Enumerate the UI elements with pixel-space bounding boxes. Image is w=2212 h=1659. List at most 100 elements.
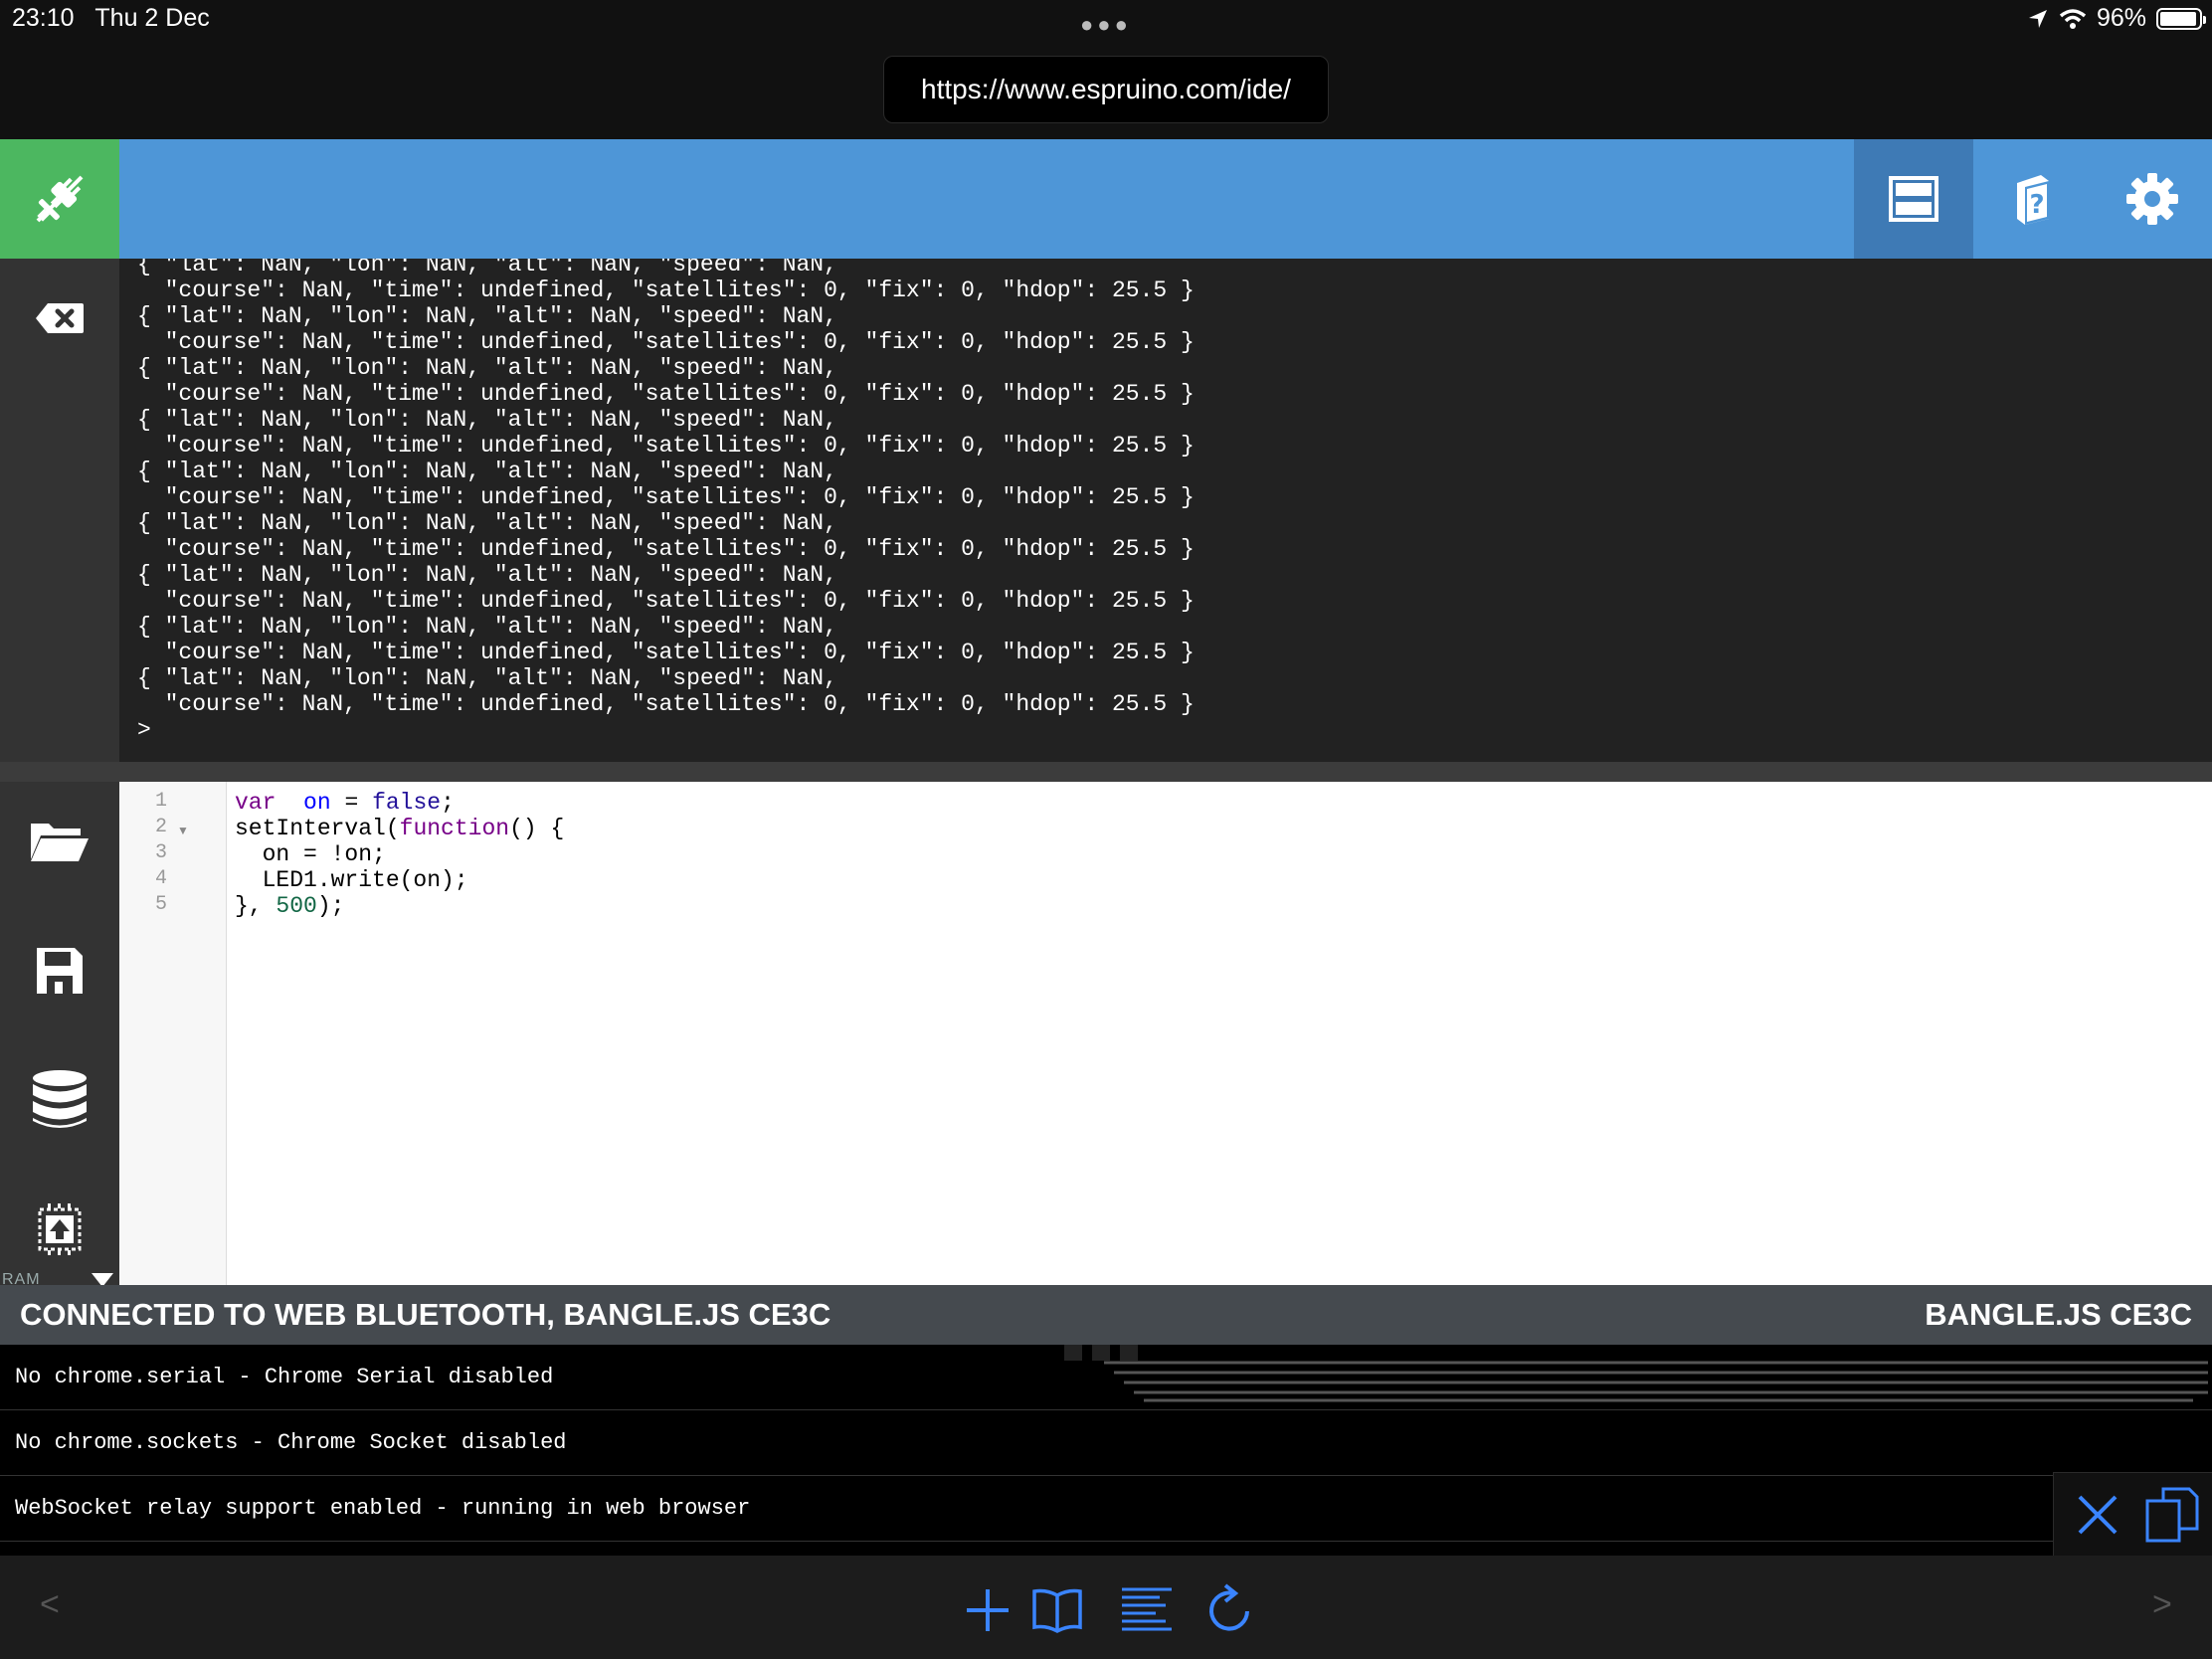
code-line-3: on = !on;	[235, 841, 386, 867]
floppy-save-icon	[37, 948, 83, 994]
notification-text: WebSocket relay support enabled - runnin…	[15, 1496, 751, 1521]
forward-chevron-icon[interactable]: >	[2152, 1585, 2172, 1624]
status-indicators: 96%	[2027, 4, 2206, 33]
code-line-4: LED1.write(on);	[235, 867, 468, 893]
reload-icon[interactable]	[1203, 1583, 1257, 1637]
pane-splitter[interactable]	[0, 762, 2212, 782]
storage-button[interactable]	[0, 1040, 119, 1160]
terminal-line: "course": NaN, "time": undefined, "satel…	[137, 381, 1195, 407]
ios-status-bar: 23:10 Thu 2 Dec ●●● 96% https://www.espr…	[0, 0, 2212, 139]
battery-percent: 96%	[2096, 4, 2146, 32]
code-line-5: }, 500);	[235, 893, 564, 919]
terminal-line: { "lat": NaN, "lon": NaN, "alt": NaN, "s…	[137, 665, 837, 691]
close-icon[interactable]	[2076, 1493, 2120, 1537]
database-icon	[33, 1070, 87, 1128]
address-bar[interactable]: https://www.espruino.com/ide/	[883, 56, 1329, 123]
line-number: 1	[155, 790, 168, 813]
wifi-icon	[2059, 8, 2087, 29]
connect-button[interactable]	[0, 139, 119, 259]
status-time: 23:10	[12, 4, 75, 32]
save-button[interactable]	[0, 911, 119, 1030]
notification-decoration	[1104, 1361, 2208, 1402]
upload-chip-icon	[38, 1203, 82, 1255]
line-number: 2	[155, 816, 168, 838]
layout-split-icon	[1889, 176, 1938, 222]
code-operator: =	[330, 790, 373, 816]
settings-button[interactable]	[2093, 139, 2212, 259]
connection-status-bar: CONNECTED TO WEB BLUETOOTH, BANGLE.JS CE…	[0, 1285, 2212, 1345]
terminal-line: "course": NaN, "time": undefined, "satel…	[137, 277, 1195, 303]
layout-toggle-button[interactable]	[1854, 139, 1973, 259]
back-chevron-icon[interactable]: <	[40, 1585, 60, 1624]
terminal-line: { "lat": NaN, "lon": NaN, "alt": NaN, "s…	[137, 614, 837, 640]
help-book-icon: ?	[2017, 175, 2049, 225]
line-number: 3	[155, 841, 168, 864]
line-number: 4	[155, 867, 168, 890]
code-line-2: setInterval(function() {	[235, 816, 564, 841]
gear-icon	[2126, 173, 2178, 225]
clock: 23:10 Thu 2 Dec	[12, 4, 210, 33]
copy-icon[interactable]	[2145, 1487, 2199, 1543]
terminal-line: { "lat": NaN, "lon": NaN, "alt": NaN, "s…	[137, 407, 837, 433]
terminal-line: "course": NaN, "time": undefined, "satel…	[137, 640, 1195, 665]
notification-item: No chrome.sockets - Chrome Socket disabl…	[0, 1410, 2212, 1476]
status-date: Thu 2 Dec	[94, 4, 210, 32]
location-arrow-icon	[2028, 9, 2047, 28]
code-punctuation: ;	[441, 790, 455, 816]
safari-toolbar: < >	[0, 1556, 2212, 1659]
connected-device-name: BANGLE.JS CE3C	[1925, 1297, 2192, 1332]
terminal-line: { "lat": NaN, "lon": NaN, "alt": NaN, "s…	[137, 510, 837, 536]
new-tab-plus-icon[interactable]	[961, 1583, 1014, 1637]
open-file-button[interactable]	[0, 782, 119, 901]
notification-actions	[2053, 1472, 2212, 1556]
connection-status-text: CONNECTED TO WEB BLUETOOTH, BANGLE.JS CE…	[20, 1297, 831, 1332]
fold-arrow-icon[interactable]: ▼	[177, 824, 189, 837]
notification-item: WebSocket relay support enabled - runnin…	[0, 1476, 2212, 1542]
help-button[interactable]: ?	[1973, 139, 2093, 259]
reader-text-icon[interactable]	[1120, 1583, 1174, 1637]
terminal-line: "course": NaN, "time": undefined, "satel…	[137, 329, 1195, 355]
code-variable: on	[303, 790, 331, 816]
notification-text: No chrome.serial - Chrome Serial disable…	[15, 1365, 554, 1389]
url-text: https://www.espruino.com/ide/	[921, 74, 1291, 104]
code-punctuation: );	[316, 893, 345, 919]
code-punctuation: },	[235, 893, 276, 919]
terminal-line: { "lat": NaN, "lon": NaN, "alt": NaN, "s…	[137, 355, 837, 381]
code-keyword: var	[235, 790, 276, 816]
terminal-lines: { "lat": NaN, "lon": NaN, "alt": NaN, "s…	[137, 259, 1195, 743]
terminal-line: { "lat": NaN, "lon": NaN, "alt": NaN, "s…	[137, 259, 837, 277]
svg-text:?: ?	[2029, 190, 2044, 220]
terminal-line: { "lat": NaN, "lon": NaN, "alt": NaN, "s…	[137, 459, 837, 484]
terminal-line: >	[137, 717, 151, 743]
terminal-output[interactable]: { "lat": NaN, "lon": NaN, "alt": NaN, "s…	[119, 259, 2212, 762]
terminal-line: "course": NaN, "time": undefined, "satel…	[137, 536, 1195, 562]
terminal-line: "course": NaN, "time": undefined, "satel…	[137, 588, 1195, 614]
battery-icon	[2156, 7, 2206, 30]
bookmarks-book-icon[interactable]	[1030, 1583, 1084, 1637]
terminal-line: { "lat": NaN, "lon": NaN, "alt": NaN, "s…	[137, 303, 837, 329]
notification-text: No chrome.sockets - Chrome Socket disabl…	[15, 1430, 567, 1455]
terminal-line: "course": NaN, "time": undefined, "satel…	[137, 433, 1195, 459]
plug-disconnected-icon	[36, 175, 84, 223]
code-editor[interactable]: 1 2 ▼ 3 4 5 var on = false; setInterval(f…	[119, 782, 2212, 1285]
folder-open-icon	[31, 824, 89, 861]
ide-toolbar: ?	[0, 139, 2212, 259]
code-text[interactable]: var on = false; setInterval(function() { …	[235, 790, 564, 919]
ram-label: RAM	[2, 1271, 41, 1285]
backspace-clear-icon	[36, 303, 84, 333]
code-keyword: function	[399, 816, 510, 841]
upload-button[interactable]	[0, 1170, 119, 1285]
terminal-line: "course": NaN, "time": undefined, "satel…	[137, 691, 1195, 717]
terminal-line: "course": NaN, "time": undefined, "satel…	[137, 484, 1195, 510]
code-call: setInterval(	[235, 816, 400, 841]
code-line-1: var on = false;	[235, 790, 564, 816]
line-number: 5	[155, 893, 168, 916]
code-punctuation: () {	[509, 816, 565, 841]
code-atom: false	[372, 790, 442, 816]
clear-terminal-button[interactable]	[0, 259, 119, 378]
terminal-line: { "lat": NaN, "lon": NaN, "alt": NaN, "s…	[137, 562, 837, 588]
line-number-gutter: 1 2 ▼ 3 4 5	[119, 782, 227, 1285]
multitask-dots-icon[interactable]: ●●●	[1080, 12, 1132, 38]
code-number: 500	[276, 893, 317, 919]
ram-dropdown-arrow-icon[interactable]	[92, 1273, 113, 1285]
